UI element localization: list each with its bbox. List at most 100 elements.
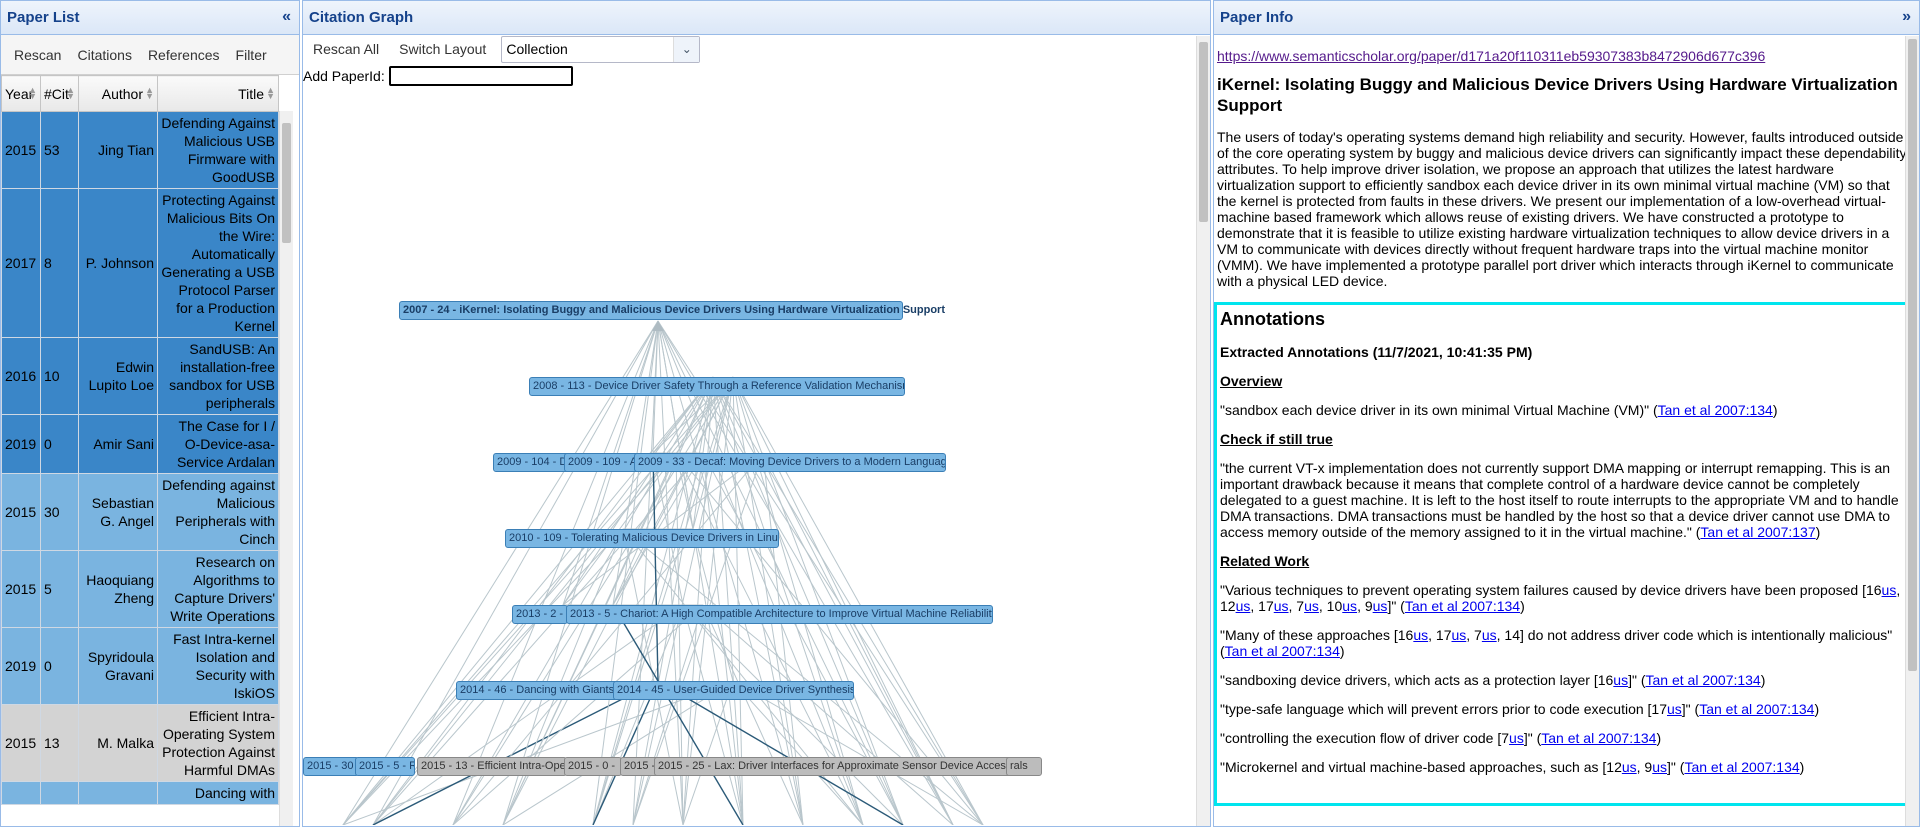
cell-citations: 10: [40, 337, 79, 415]
graph-node[interactable]: rals: [1006, 757, 1042, 776]
citations-button[interactable]: Citations: [70, 43, 138, 67]
filter-button[interactable]: Filter: [229, 43, 274, 67]
us-link[interactable]: us: [1509, 730, 1524, 746]
references-button[interactable]: References: [141, 43, 227, 67]
related-annotation-4: "type-safe language which will prevent e…: [1220, 701, 1820, 717]
table-row[interactable]: 2019 0 Spyridoula Gravani Fast Intra-kernel…: [1, 627, 279, 705]
cell-citations: [40, 781, 79, 805]
us-link[interactable]: us: [1652, 759, 1667, 775]
paper-title-heading: iKernel: Isolating Buggy and Malicious D…: [1217, 75, 1898, 115]
cell-citations: 30: [40, 473, 79, 551]
cell-citations: 0: [40, 627, 79, 705]
cell-citations: 53: [40, 111, 79, 189]
table-row[interactable]: 2017 8 P. Johnson Protecting Against Malici…: [1, 188, 279, 338]
table-row[interactable]: 2015 30 Sebastian G. Angel Defending agains…: [1, 473, 279, 551]
column-title[interactable]: Title ▲ ▼: [157, 75, 279, 112]
column-citations[interactable]: #Cit ▲ ▼: [40, 75, 79, 112]
graph-node[interactable]: 2009 - 33 - Decaf: Moving Device Drivers…: [634, 453, 946, 472]
graph-node[interactable]: 2007 - 24 - iKernel: Isolating Buggy and…: [399, 301, 945, 320]
cell-title: Efficient Intra-Operating System Protect…: [157, 704, 279, 782]
graph-node[interactable]: 2015 - 0 -: [564, 757, 622, 776]
overview-annotation: "sandbox each device driver in its own m…: [1220, 402, 1778, 418]
citation-link[interactable]: Tan et al 2007:134: [1699, 701, 1814, 717]
paper-list-scroll-thumb[interactable]: [282, 123, 291, 243]
us-link[interactable]: us: [1667, 701, 1682, 717]
graph-node[interactable]: 2008 - 113 - Device Driver Safety Throug…: [529, 377, 905, 396]
cell-author: Spyridoula Gravani: [78, 627, 158, 705]
annotations-heading: Annotations: [1220, 309, 1325, 329]
graph-node[interactable]: 2009 - 109 - A: [564, 453, 644, 472]
table-row[interactable]: Dancing with: [1, 781, 279, 805]
cell-title: Protecting Against Malicious Bits On the…: [157, 188, 279, 338]
collapse-right-icon[interactable]: »: [1902, 8, 1911, 26]
graph-nodes-layer: 2007 - 24 - iKernel: Isolating Buggy and…: [303, 1, 1198, 826]
related-work-heading: Related Work: [1220, 553, 1310, 569]
table-row[interactable]: 2019 0 Amir Sani The Case for I / O-Device-…: [1, 414, 279, 474]
citation-link[interactable]: Tan et al 2007:134: [1684, 759, 1799, 775]
graph-node[interactable]: 2015 - 13 - Efficient Intra-Opera: [417, 757, 567, 776]
paper-url-link[interactable]: https://www.semanticscholar.org/paper/d1…: [1217, 48, 1765, 64]
column-year[interactable]: Year ▲ ▼: [1, 75, 41, 112]
table-row[interactable]: 2015 53 Jing Tian Defending Against Malicio…: [1, 111, 279, 189]
cell-title: Defending Against Malicious USB Firmware…: [157, 111, 279, 189]
us-link[interactable]: us: [1373, 598, 1388, 614]
us-link[interactable]: us: [1613, 672, 1628, 688]
graph-node[interactable]: 2015 - 25 - Lax: Driver Interfaces for A…: [654, 757, 1012, 776]
graph-node[interactable]: 2015 - 5 - R: [355, 757, 415, 776]
collapse-left-icon[interactable]: «: [282, 8, 291, 26]
paper-info-body: https://www.semanticscholar.org/paper/d1…: [1214, 35, 1908, 806]
us-link[interactable]: us: [1622, 759, 1637, 775]
us-link[interactable]: us: [1304, 598, 1319, 614]
graph-node[interactable]: 2010 - 109 - Tolerating Malicious Device…: [505, 529, 779, 548]
graph-scroll-thumb[interactable]: [1199, 42, 1208, 222]
us-link[interactable]: us: [1451, 627, 1466, 643]
graph-node[interactable]: 2015 - 30 -: [303, 757, 359, 776]
related-annotation-6: "Microkernel and virtual machine-based a…: [1220, 759, 1805, 775]
paper-abstract: The users of today's operating systems d…: [1217, 129, 1907, 289]
us-link[interactable]: us: [1342, 598, 1357, 614]
cell-year: 2015: [1, 704, 41, 782]
paper-table: Year ▲ ▼ #Cit ▲ ▼ Author ▲ ▼ Title ▲ ▼ 2015 53 Jin…: [1, 75, 279, 805]
graph-node[interactable]: 2014 - 46 - Dancing with Giants:: [456, 681, 618, 700]
table-row[interactable]: 2016 10 Edwin Lupito Loe SandUSB: An instal…: [1, 337, 279, 415]
annotations-box: Annotations Extracted Annotations (11/7/…: [1214, 302, 1908, 806]
citation-link[interactable]: Tan et al 2007:134: [1225, 643, 1340, 659]
us-link[interactable]: us: [1882, 582, 1897, 598]
us-link[interactable]: us: [1413, 627, 1428, 643]
citation-link[interactable]: Tan et al 2007:134: [1405, 598, 1520, 614]
graph-scrollbar[interactable]: [1196, 36, 1210, 826]
check-heading: Check if still true: [1220, 431, 1333, 447]
paper-info-scroll-thumb[interactable]: [1908, 39, 1917, 671]
paper-info-title: Paper Info: [1220, 9, 1294, 26]
extracted-date: Extracted Annotations (11/7/2021, 10:41:…: [1220, 344, 1533, 360]
paper-info-scrollbar[interactable]: [1905, 36, 1919, 826]
citation-link[interactable]: Tan et al 2007:134: [1646, 672, 1761, 688]
cell-title: Defending against Malicious Peripherals …: [157, 473, 279, 551]
graph-node[interactable]: 2013 - 2 -: [512, 605, 568, 624]
column-author[interactable]: Author ▲ ▼: [78, 75, 158, 112]
paper-info-header: Paper Info »: [1214, 1, 1919, 35]
cell-year: 2017: [1, 188, 41, 338]
table-row[interactable]: 2015 5 Haoquiang Zheng Research on Algorith…: [1, 550, 279, 628]
paper-list-scrollbar[interactable]: [279, 111, 293, 826]
rescan-button[interactable]: Rescan: [7, 43, 68, 67]
cell-author: Jing Tian: [78, 111, 158, 189]
cell-year: 2015: [1, 111, 41, 189]
check-annotation: "the current VT-x implementation does no…: [1220, 460, 1899, 540]
cell-year: 2015: [1, 473, 41, 551]
citation-graph-panel: Citation Graph Rescan All Switch Layout …: [302, 0, 1211, 827]
related-annotation-1: "Various techniques to prevent operating…: [1220, 582, 1901, 614]
table-row[interactable]: 2015 13 M. Malka Efficient Intra-Operating …: [1, 704, 279, 782]
paper-list-panel: Paper List « Rescan Citations References…: [0, 0, 300, 827]
graph-node[interactable]: 2014 - 45 - User-Guided Device Driver Sy…: [613, 681, 854, 700]
citation-link[interactable]: Tan et al 2007:137: [1700, 524, 1815, 540]
cell-author: P. Johnson: [78, 188, 158, 338]
cell-title: SandUSB: An installation-free sandbox fo…: [157, 337, 279, 415]
citation-link[interactable]: Tan et al 2007:134: [1658, 402, 1773, 418]
cell-author: Edwin Lupito Loe: [78, 337, 158, 415]
us-link[interactable]: us: [1274, 598, 1289, 614]
graph-node[interactable]: 2013 - 5 - Chariot: A High Compatible Ar…: [566, 605, 993, 624]
us-link[interactable]: us: [1482, 627, 1497, 643]
us-link[interactable]: us: [1236, 598, 1251, 614]
citation-link[interactable]: Tan et al 2007:134: [1541, 730, 1656, 746]
